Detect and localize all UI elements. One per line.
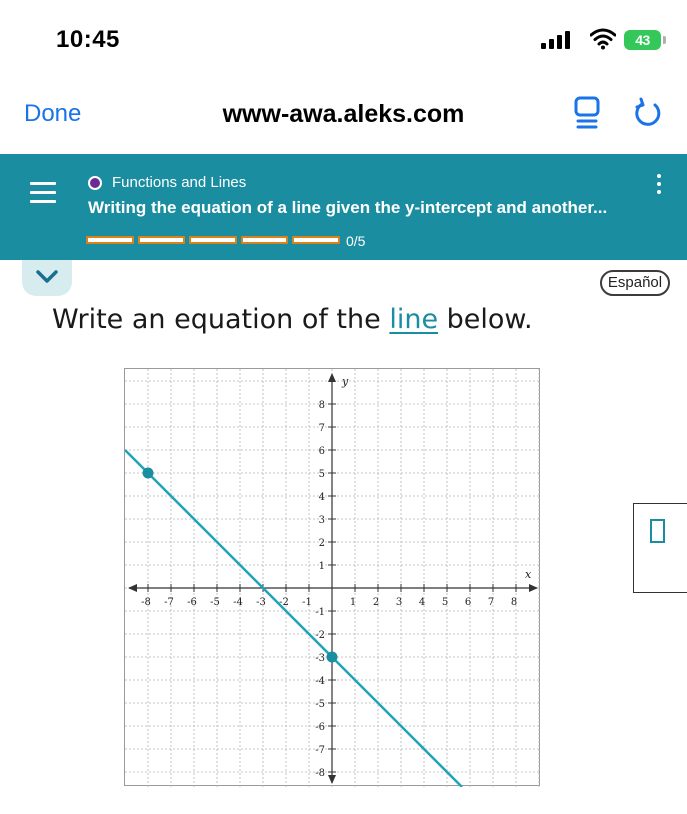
topic-status-icon bbox=[88, 176, 102, 190]
more-options-icon[interactable] bbox=[653, 174, 665, 202]
reader-mode-icon[interactable] bbox=[574, 96, 600, 130]
y-tick-label: -1 bbox=[315, 607, 325, 618]
topic-label: Functions and Lines bbox=[112, 174, 247, 191]
answer-input[interactable] bbox=[633, 503, 687, 593]
x-tick-label: -4 bbox=[233, 597, 243, 608]
status-bar: 10:45 43 bbox=[0, 0, 687, 80]
y-tick-label: 4 bbox=[319, 492, 325, 503]
progress-segment bbox=[137, 236, 186, 244]
line-definition-link[interactable]: line bbox=[389, 304, 438, 335]
espanol-button[interactable]: Español bbox=[600, 270, 670, 296]
question-text: Write an equation of the line below. bbox=[52, 304, 533, 335]
progress-bar bbox=[86, 236, 340, 244]
x-tick-label: 4 bbox=[419, 597, 425, 608]
x-axis-arrow-left bbox=[128, 584, 137, 592]
x-axis-arrow-right bbox=[529, 584, 538, 592]
hamburger-menu-icon[interactable] bbox=[30, 182, 56, 203]
battery-tip bbox=[663, 36, 666, 44]
graph-line bbox=[124, 449, 463, 788]
progress-segment bbox=[292, 236, 340, 244]
chevron-down-icon bbox=[36, 270, 58, 283]
y-tick-label: 1 bbox=[319, 561, 325, 572]
done-button[interactable]: Done bbox=[24, 100, 81, 128]
progress-segment bbox=[86, 236, 134, 244]
wifi-icon bbox=[590, 28, 616, 50]
battery-level: 43 bbox=[624, 30, 661, 50]
x-tick-label: -7 bbox=[164, 597, 174, 608]
x-tick-label: 7 bbox=[488, 597, 494, 608]
x-tick-label: 5 bbox=[442, 597, 448, 608]
battery-icon: 43 bbox=[624, 30, 666, 50]
browser-bar: www-awa.aleks.com Done bbox=[0, 80, 687, 154]
question-prefix: Write an equation of the bbox=[52, 304, 390, 335]
graph-point bbox=[142, 467, 154, 479]
x-tick-label: -1 bbox=[302, 597, 312, 608]
y-tick-label: 8 bbox=[319, 400, 325, 411]
y-tick-label: 6 bbox=[319, 446, 325, 457]
x-tick-label: 8 bbox=[511, 597, 517, 608]
y-tick-label: 5 bbox=[319, 469, 325, 480]
y-axis-arrow-down bbox=[328, 775, 336, 784]
y-tick-label: 7 bbox=[319, 423, 325, 434]
x-tick-label: 6 bbox=[465, 597, 471, 608]
y-tick-label: -7 bbox=[315, 745, 325, 756]
x-tick-label: -3 bbox=[256, 597, 266, 608]
lesson-title: Writing the equation of a line given the… bbox=[88, 198, 608, 217]
progress-segment bbox=[189, 236, 237, 244]
cellular-signal-icon bbox=[541, 31, 570, 49]
y-tick-label: -4 bbox=[315, 676, 325, 687]
status-time: 10:45 bbox=[56, 26, 120, 53]
y-tick-label: 2 bbox=[319, 538, 325, 549]
y-tick-label: -6 bbox=[315, 722, 325, 733]
y-tick-label: -3 bbox=[315, 653, 325, 664]
coordinate-graph: -8 -7 -6 -5 -4 -3 -2 -1 1 2 3 4 5 6 7 8 8 7 6 5 4 3 2 1 -1 -2 -3 -4… bbox=[124, 368, 541, 788]
y-tick-label: 3 bbox=[319, 515, 325, 526]
collapse-button[interactable] bbox=[22, 260, 72, 296]
x-tick-label: -8 bbox=[141, 597, 151, 608]
reload-icon[interactable] bbox=[632, 96, 664, 130]
progress-text: 0/5 bbox=[346, 233, 366, 249]
x-tick-label: 3 bbox=[396, 597, 402, 608]
y-tick-label: -8 bbox=[315, 768, 325, 779]
x-tick-label: 2 bbox=[373, 597, 379, 608]
answer-cursor bbox=[650, 519, 665, 543]
x-tick-label: -6 bbox=[187, 597, 197, 608]
y-axis-arrow-up bbox=[328, 373, 336, 382]
x-tick-label: -5 bbox=[210, 597, 220, 608]
y-axis-label: y bbox=[341, 375, 349, 388]
question-suffix: below. bbox=[438, 304, 533, 335]
y-tick-label: -2 bbox=[315, 630, 325, 641]
y-tick-label: -5 bbox=[315, 699, 325, 710]
x-tick-label: 1 bbox=[350, 597, 356, 608]
aleks-header: Functions and Lines Writing the equation… bbox=[0, 154, 687, 260]
x-axis-label: x bbox=[525, 568, 532, 581]
graph-point bbox=[326, 651, 338, 663]
graph-canvas: -8 -7 -6 -5 -4 -3 -2 -1 1 2 3 4 5 6 7 887654321-1-2-3-4… bbox=[124, 369, 541, 788]
progress-segment bbox=[240, 236, 289, 244]
